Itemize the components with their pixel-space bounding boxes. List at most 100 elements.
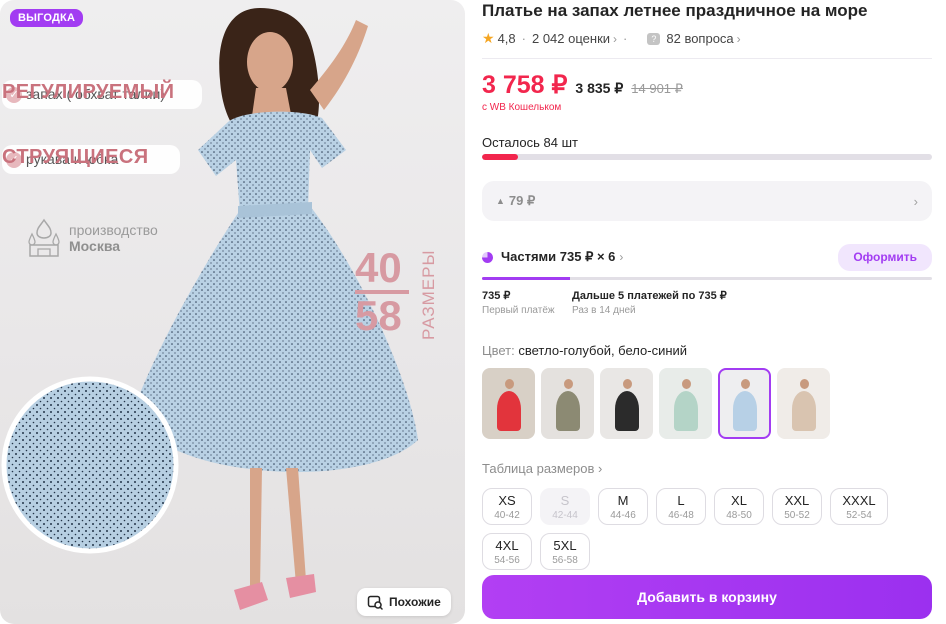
swatch-model-head <box>504 379 514 389</box>
size-ru-label: 56-58 <box>552 555 578 566</box>
swatch-model-head <box>563 379 573 389</box>
swatch-dress <box>614 391 639 431</box>
size-label: XXXL <box>842 493 876 508</box>
sizes-from: 40 <box>355 244 402 291</box>
divider <box>482 58 932 59</box>
image-search-icon <box>367 595 383 610</box>
size-table-link[interactable]: Таблица размеров › <box>482 461 602 476</box>
size-ru-label: 44-46 <box>610 510 636 521</box>
installments-progress-fill <box>482 277 570 280</box>
rating-value: 4,8 <box>497 31 516 46</box>
price-old: 14 901 ₽ <box>631 81 683 96</box>
sizes-promo: 40 58 РАЗМЕРЫ <box>355 244 438 340</box>
size-option-xl[interactable]: XL 48-50 <box>714 488 764 525</box>
size-option-xxxl[interactable]: XXXL 52-54 <box>830 488 888 525</box>
stock-bar <box>482 154 932 160</box>
feature-title: СТРУЯЩИЕСЯ <box>2 146 149 168</box>
size-table-label: Таблица размеров <box>482 461 595 476</box>
size-ru-label: 42-44 <box>552 510 578 521</box>
chevron-right-icon: › <box>598 461 603 476</box>
rating-row: ★ 4,8 · 2 042 оценки › · ? 82 вопроса › <box>482 30 741 47</box>
size-option-xxl[interactable]: XXL 50-52 <box>772 488 822 525</box>
size-option-l[interactable]: L 46-48 <box>656 488 706 525</box>
triangle-up-icon: ▲ <box>496 196 505 206</box>
kremlin-icon <box>28 218 60 257</box>
size-ru-label: 52-54 <box>846 510 872 521</box>
size-label: S <box>560 493 570 508</box>
product-title: Платье на запах летнее праздничное на мо… <box>482 1 868 20</box>
chevron-right-icon: › <box>613 31 618 46</box>
swatch-model-head <box>799 379 809 389</box>
swatch-model-head <box>681 379 691 389</box>
color-swatch-red[interactable] <box>482 368 535 439</box>
origin-line1: производство <box>69 222 158 238</box>
similar-button-label: Похожие <box>389 595 441 609</box>
color-row: Цвет: светло-голубой, бело-синий <box>482 343 687 358</box>
size-label: 4XL <box>495 538 519 553</box>
separator: · <box>623 31 628 46</box>
star-icon: ★ <box>482 30 495 46</box>
size-ru-label: 40-42 <box>494 510 520 521</box>
similar-button[interactable]: Похожие <box>357 588 451 616</box>
sizes-word: РАЗМЕРЫ <box>419 249 438 340</box>
size-label: 5XL <box>553 538 577 553</box>
size-grid: XS 40-42 S 42-44 M 44-46 L 46-48 XL 48-50 XXL 50-52… <box>482 488 932 570</box>
color-swatch-floral[interactable] <box>777 368 830 439</box>
color-value: светло-голубой, бело-синий <box>518 343 688 358</box>
price-without-wallet: 3 835 ₽ <box>575 80 624 96</box>
rest-payments-amount: Дальше 5 платежей по 735 ₽ <box>572 290 727 302</box>
color-swatch-olive[interactable] <box>541 368 594 439</box>
size-label: XS <box>498 493 516 508</box>
swatch-dress <box>732 391 757 431</box>
installments-row: Частями 735 ₽ × 6 › Оформить <box>482 243 932 271</box>
rest-payments-note: Раз в 14 дней <box>572 305 636 316</box>
color-swatch-black-dot[interactable] <box>600 368 653 439</box>
origin-line2: Москва <box>69 238 121 254</box>
size-ru-label: 54-56 <box>494 555 520 566</box>
wallet-note[interactable]: с WB Кошельком <box>482 102 561 113</box>
fabric-zoom <box>1 376 179 554</box>
question-icon: ? <box>647 32 661 45</box>
origin-label: производство Москва <box>27 218 158 258</box>
add-to-cart-button[interactable]: Добавить в корзину <box>482 575 932 619</box>
size-option-5xl[interactable]: 5XL 56-58 <box>540 533 590 570</box>
size-label: L <box>677 493 685 508</box>
pie-icon <box>482 251 493 263</box>
color-swatch-light-blue[interactable] <box>718 368 771 439</box>
swatch-dress <box>496 391 521 431</box>
size-ru-label: 48-50 <box>726 510 752 521</box>
color-swatch-mint[interactable] <box>659 368 712 439</box>
rest-payments: Дальше 5 платежей по 735 ₽ Раз в 14 дней <box>572 289 727 319</box>
installments-label[interactable]: Частями 735 ₽ × 6 <box>501 249 615 265</box>
swatch-dress <box>673 391 698 431</box>
size-option-4xl[interactable]: 4XL 54-56 <box>482 533 532 570</box>
sizes-to: 58 <box>355 292 402 339</box>
swatch-dress <box>555 391 580 431</box>
first-payment-note: Первый платёж <box>482 305 555 316</box>
chevron-right-icon: › <box>736 31 741 46</box>
product-photo[interactable]: ВЫГОДКА ✓ РЕГУЛИРУЕМЫЙ запах ( обхват та… <box>0 0 465 624</box>
size-option-m[interactable]: M 44-46 <box>598 488 648 525</box>
size-ru-label: 50-52 <box>784 510 810 521</box>
first-payment: 735 ₽ Первый платёж <box>482 289 555 319</box>
color-label: Цвет: <box>482 343 515 358</box>
reviews-link[interactable]: 2 042 оценки <box>532 31 610 46</box>
price-main: 3 758 ₽ <box>482 71 568 99</box>
swatch-model-head <box>740 379 750 389</box>
questions-link[interactable]: 82 вопроса <box>666 31 733 46</box>
feature-flowing: ✓ СТРУЯЩИЕСЯ рукава и юбка <box>2 145 180 174</box>
feature-adjustable: ✓ РЕГУЛИРУЕМЫЙ запах ( обхват талии) <box>2 80 202 109</box>
installments-checkout-button[interactable]: Оформить <box>838 243 932 271</box>
separator: · <box>521 31 526 46</box>
size-option-s[interactable]: S 42-44 <box>540 488 590 525</box>
price-row: 3 758 ₽ 3 835 ₽ 14 901 ₽ <box>482 70 683 100</box>
cashback-panel[interactable]: ▲ 79 ₽ › <box>482 181 932 221</box>
stock-bar-fill <box>482 154 518 160</box>
feature-title: РЕГУЛИРУЕМЫЙ <box>2 81 175 103</box>
size-label: XL <box>731 493 747 508</box>
size-option-xs[interactable]: XS 40-42 <box>482 488 532 525</box>
size-label: M <box>617 493 629 508</box>
swatch-model-head <box>622 379 632 389</box>
chevron-right-icon: › <box>619 250 624 264</box>
installments-progress <box>482 277 932 280</box>
